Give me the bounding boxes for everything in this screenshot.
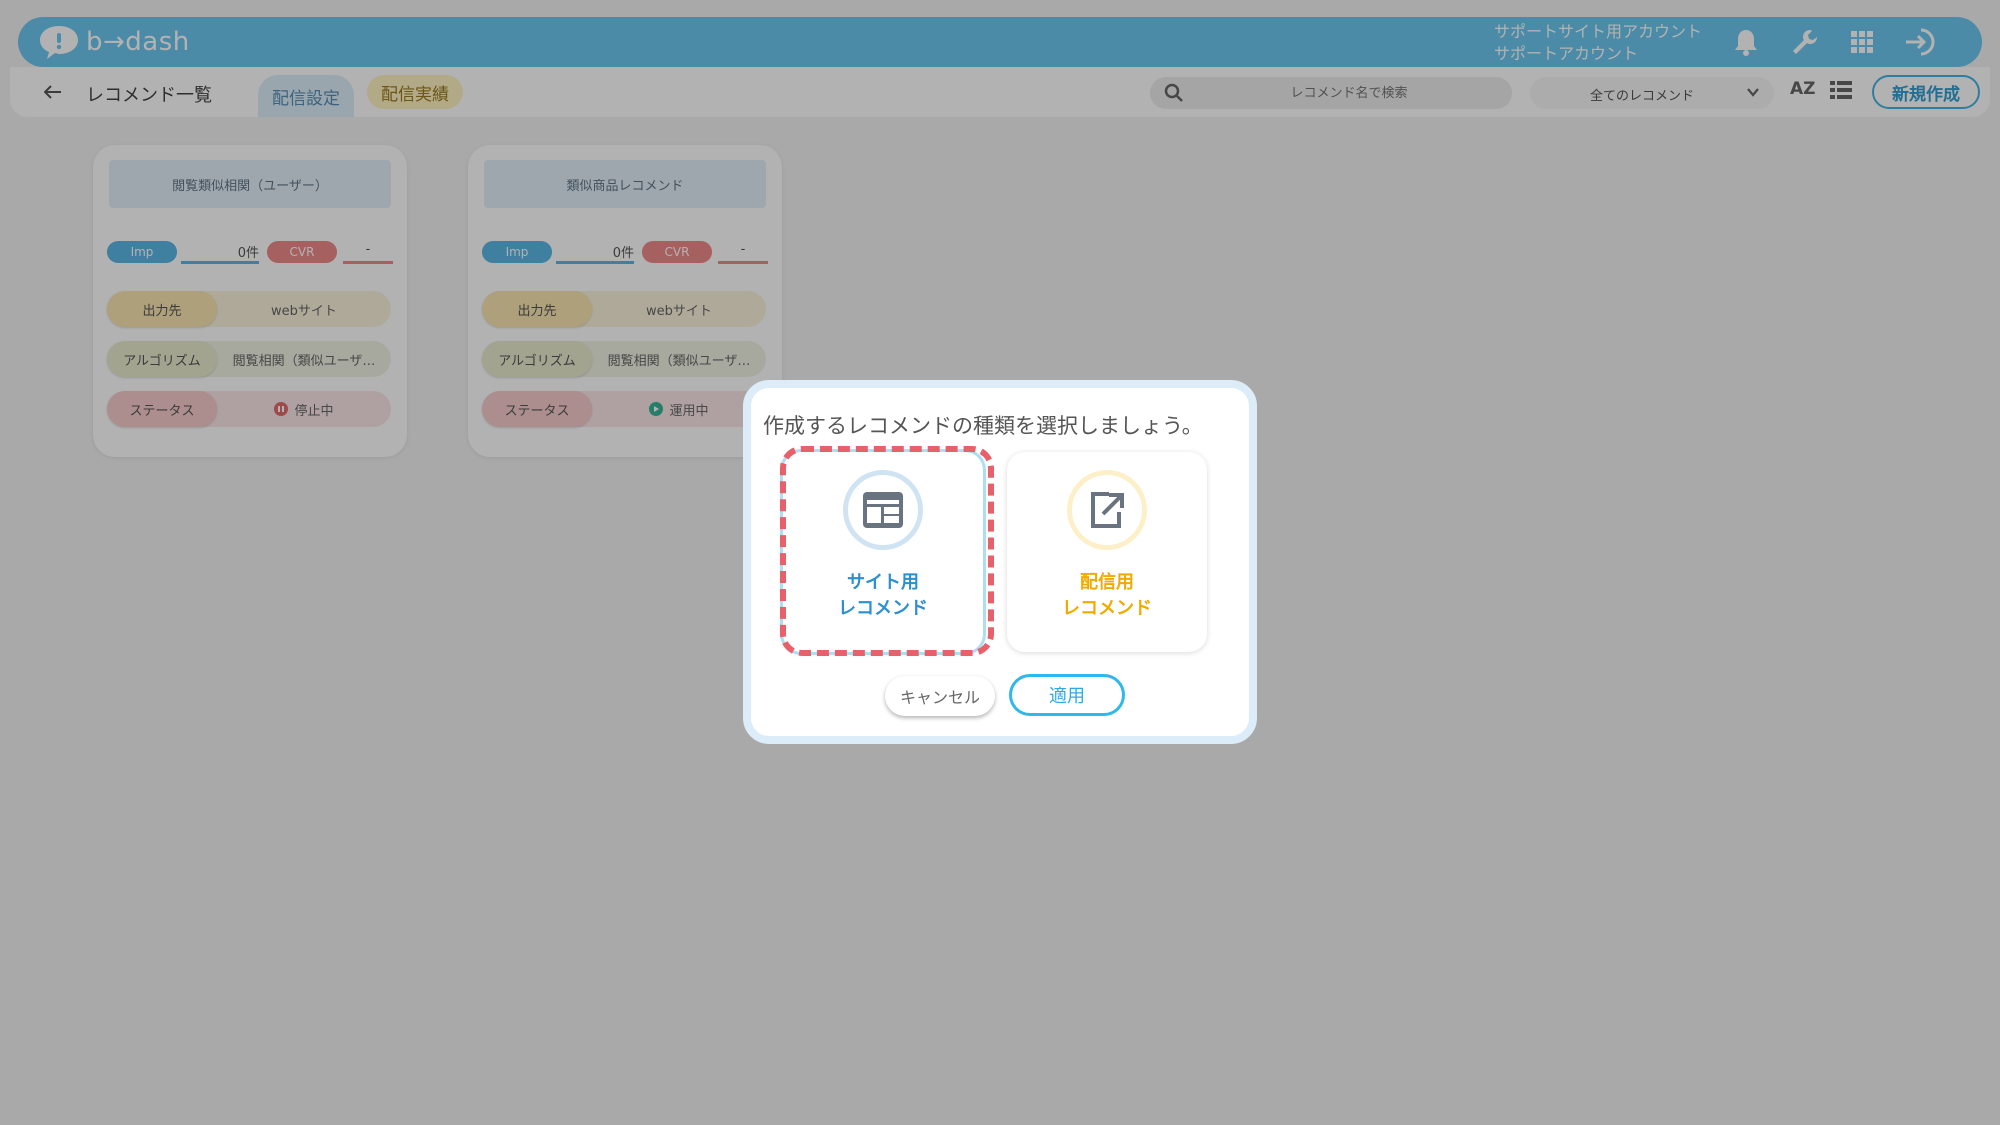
app-root: b→dash サポートサイト用アカウント サポートアカウント レコメンド一覧 配… [0, 0, 2000, 1125]
dialog-title: 作成するレコメンドの種類を選択しましょう。 [763, 414, 1203, 438]
external-share-icon [1067, 470, 1147, 550]
delivery-option-line1: 配信用 [1080, 572, 1134, 593]
selection-highlight [780, 446, 994, 656]
delivery-option-line2: レコメンド [1062, 598, 1152, 619]
delivery-option-label: 配信用 レコメンド [1007, 570, 1207, 622]
apply-button[interactable]: 適用 [1009, 674, 1125, 716]
cancel-button[interactable]: キャンセル [885, 676, 995, 716]
delivery-recommend-option[interactable]: 配信用 レコメンド [1007, 452, 1207, 652]
